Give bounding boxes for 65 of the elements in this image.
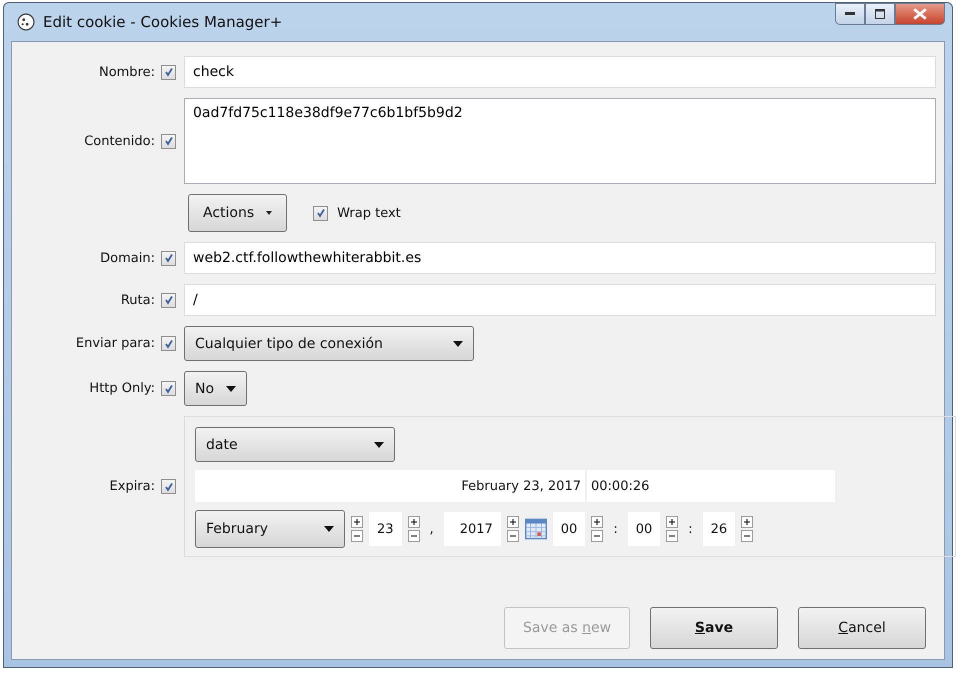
- field-label: Ruta:: [120, 292, 155, 308]
- spinner-icon[interactable]: [351, 516, 363, 542]
- field-label: Nombre:: [98, 64, 155, 80]
- spinner-icon[interactable]: [408, 516, 420, 542]
- separator: :: [612, 522, 619, 536]
- spinner-icon[interactable]: [506, 516, 519, 542]
- checkbox[interactable]: [161, 336, 176, 351]
- cookie-icon: [17, 13, 35, 31]
- caret-icon: [226, 386, 236, 392]
- check-icon: [164, 295, 174, 305]
- checkbox[interactable]: [161, 250, 176, 266]
- hour-field[interactable]: 00: [552, 512, 586, 546]
- dropdown[interactable]: date: [195, 427, 395, 462]
- spinner-icon[interactable]: [741, 516, 754, 542]
- field-label: Contenido:: [84, 134, 155, 148]
- wrap-text-label: Wrap text: [337, 206, 401, 220]
- check-icon: [164, 136, 174, 146]
- check-icon: [164, 384, 174, 394]
- date-field[interactable]: February 23, 2017: [195, 470, 585, 502]
- checkbox[interactable]: [161, 292, 176, 308]
- field-label: Domain:: [100, 250, 155, 266]
- checkbox[interactable]: [161, 64, 176, 80]
- field-label: Http Only:: [89, 381, 155, 396]
- maximize-button[interactable]: [865, 3, 895, 25]
- window-title: Edit cookie - Cookies Manager+: [43, 13, 282, 31]
- minute-field[interactable]: 00: [628, 512, 660, 546]
- month-dropdown[interactable]: February: [195, 510, 345, 548]
- input-field[interactable]: check: [184, 56, 936, 88]
- second-field[interactable]: 26: [702, 512, 736, 546]
- dialog-button[interactable]: Cancel: [798, 607, 926, 649]
- input-field[interactable]: web2.ctf.followthewhiterabbit.es: [184, 242, 936, 274]
- caret-icon: [324, 526, 334, 532]
- checkbox[interactable]: [313, 206, 328, 220]
- day-field[interactable]: 23: [369, 512, 402, 546]
- check-icon: [164, 338, 174, 348]
- check-icon: [164, 482, 174, 492]
- minimize-button[interactable]: [835, 3, 865, 25]
- separator: :: [687, 522, 694, 536]
- minimize-icon: [845, 12, 855, 16]
- calendar-icon[interactable]: [524, 518, 547, 540]
- check-icon: [316, 208, 326, 218]
- actions-button[interactable]: Actions: [188, 194, 288, 232]
- caret-icon: [266, 211, 272, 215]
- field-label: Expira:: [110, 479, 155, 494]
- dialog-button[interactable]: Save: [650, 607, 778, 649]
- checkbox[interactable]: [161, 134, 176, 148]
- year-field[interactable]: 2017: [444, 512, 501, 546]
- input-field[interactable]: /: [184, 284, 936, 316]
- maximize-icon: [875, 9, 885, 19]
- content-field[interactable]: 0ad7fd75c118e38df9e77c6b1bf5b9d2: [184, 98, 936, 184]
- checkbox[interactable]: [161, 479, 176, 494]
- time-field[interactable]: 00:00:26: [587, 470, 835, 502]
- spinner-icon[interactable]: [591, 516, 604, 542]
- check-icon: [164, 67, 174, 77]
- caret-icon: [374, 442, 384, 448]
- check-icon: [164, 253, 174, 263]
- close-button[interactable]: [895, 3, 945, 25]
- close-icon: [913, 8, 927, 20]
- dropdown[interactable]: Cualquier tipo de conexión: [184, 326, 474, 361]
- separator: ,: [428, 522, 435, 536]
- field-label: Enviar para:: [76, 336, 155, 351]
- dropdown[interactable]: No: [184, 371, 248, 406]
- spinner-icon[interactable]: [666, 516, 678, 542]
- caret-icon: [453, 340, 463, 346]
- checkbox[interactable]: [161, 381, 176, 396]
